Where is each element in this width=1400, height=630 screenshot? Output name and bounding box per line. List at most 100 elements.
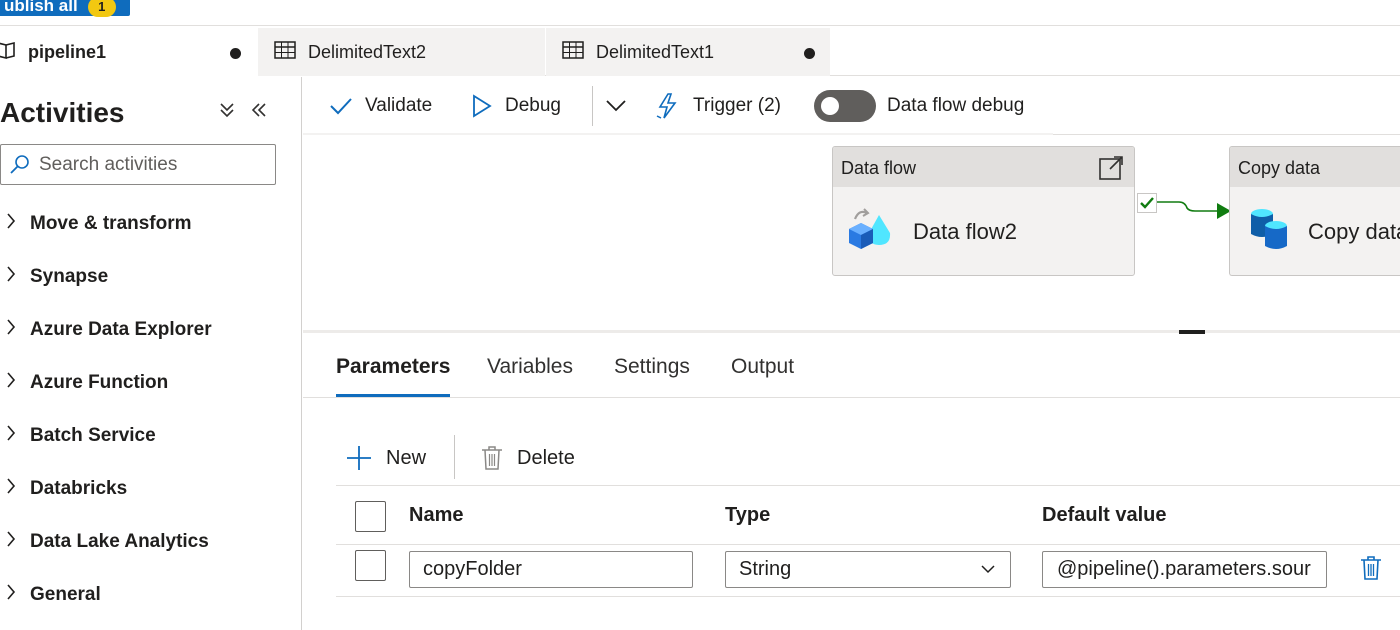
- category-general[interactable]: General: [6, 580, 101, 610]
- column-header-default-value: Default value: [1042, 504, 1167, 526]
- debug-button[interactable]: Debug: [471, 77, 561, 135]
- debug-options-dropdown[interactable]: [605, 77, 639, 135]
- tab-delimitedtext1[interactable]: DelimitedText1: [546, 28, 830, 76]
- chevron-right-icon: [6, 530, 18, 554]
- tab-label: DelimitedText2: [308, 41, 427, 62]
- success-check-icon: [1140, 197, 1154, 209]
- node-type-label: Copy data: [1230, 147, 1400, 187]
- tab-parameters[interactable]: Parameters: [336, 355, 451, 397]
- editor-tab-row: pipeline1 DelimitedText2 DelimitedText1: [0, 28, 1400, 76]
- activity-node-copy-data[interactable]: Copy data Copy data: [1229, 146, 1400, 276]
- parameter-name-input[interactable]: copyFolder: [409, 551, 693, 588]
- row-checkbox[interactable]: [355, 550, 386, 581]
- chevron-right-icon: [6, 371, 18, 395]
- parameters-grid-header: Name Type Default value: [336, 485, 1400, 545]
- pipeline-canvas[interactable]: Data flow Data flow2 Copy data Copy data: [303, 136, 1400, 332]
- publish-all-label: ublish all: [4, 0, 78, 15]
- category-move-transform[interactable]: Move & transform: [6, 209, 192, 239]
- category-databricks[interactable]: Databricks: [6, 474, 127, 504]
- category-label: Move & transform: [30, 213, 192, 234]
- properties-tabs: Parameters Variables Settings Output: [303, 345, 1400, 398]
- chevron-right-icon: [6, 265, 18, 289]
- parameter-type-select[interactable]: String: [725, 551, 1011, 588]
- pipeline-icon: [0, 40, 18, 65]
- tab-settings[interactable]: Settings: [614, 355, 690, 397]
- table-row: copyFolder String @pipeline().parameters…: [336, 545, 1400, 597]
- category-data-lake-analytics[interactable]: Data Lake Analytics: [6, 527, 209, 557]
- chevron-right-icon: [6, 212, 18, 236]
- search-activities-field[interactable]: [0, 144, 276, 185]
- activities-title: Activities: [0, 97, 125, 128]
- lightning-icon: [656, 93, 677, 119]
- publish-count-badge: 1: [87, 0, 116, 17]
- trigger-button[interactable]: Trigger (2): [655, 77, 781, 135]
- delete-row-icon[interactable]: [1360, 555, 1382, 586]
- top-command-bar: ublish all 1: [0, 0, 1400, 26]
- category-label: Databricks: [30, 478, 128, 499]
- node-name: Data flow2: [913, 219, 1017, 244]
- node-body: Copy data: [1230, 187, 1400, 275]
- chevron-down-icon: [606, 100, 626, 112]
- data-flow-debug-toggle[interactable]: [814, 90, 876, 122]
- tab-pipeline1[interactable]: pipeline1: [0, 28, 258, 76]
- tab-delimitedtext2[interactable]: DelimitedText2: [258, 28, 545, 76]
- node-name: Copy data: [1308, 219, 1400, 244]
- table-icon: [562, 40, 584, 64]
- select-all-checkbox[interactable]: [355, 501, 386, 532]
- chevron-right-icon: [6, 424, 18, 448]
- category-label: Azure Function: [30, 372, 169, 393]
- publish-all-button[interactable]: ublish all 1: [0, 0, 130, 17]
- chevron-right-icon: [6, 583, 18, 607]
- trash-icon: [482, 446, 502, 470]
- chevron-right-icon: [6, 477, 18, 501]
- category-azure-data-explorer[interactable]: Azure Data Explorer: [6, 315, 212, 345]
- data-flow-icon: [845, 203, 893, 261]
- toolbar-divider: [592, 86, 593, 126]
- plus-icon: [347, 446, 371, 470]
- column-header-name: Name: [409, 504, 464, 526]
- unsaved-dot-icon: [230, 48, 241, 59]
- success-output-port[interactable]: [1137, 193, 1157, 213]
- tab-label: pipeline1: [28, 41, 107, 62]
- chevron-right-icon: [6, 318, 18, 342]
- splitter-handle[interactable]: [1179, 330, 1205, 334]
- debug-label: Debug: [505, 95, 561, 116]
- column-header-type: Type: [725, 504, 771, 526]
- new-label: New: [386, 446, 427, 469]
- category-azure-function[interactable]: Azure Function: [6, 368, 168, 398]
- open-external-icon[interactable]: [1098, 155, 1124, 186]
- toggle-knob: [821, 97, 839, 115]
- validate-button[interactable]: Validate: [329, 77, 432, 135]
- toolbar-shadow: [303, 133, 1053, 135]
- tab-output[interactable]: Output: [731, 355, 794, 397]
- category-label: General: [30, 584, 101, 605]
- collapse-panel-icon[interactable]: [250, 101, 268, 125]
- node-type-label: Data flow: [833, 147, 1134, 187]
- activities-panel: Activities Move & transform Synapse Azur…: [0, 77, 302, 630]
- pipeline-toolbar: Validate Debug Trigger (2) Data flow deb…: [303, 77, 1400, 135]
- table-icon: [274, 40, 296, 64]
- tab-variables[interactable]: Variables: [487, 355, 573, 397]
- validate-label: Validate: [365, 95, 433, 116]
- category-label: Azure Data Explorer: [30, 319, 212, 340]
- collapse-all-icon[interactable]: [219, 101, 235, 125]
- copy-data-icon: [1248, 206, 1292, 258]
- panel-splitter[interactable]: [303, 330, 1400, 333]
- node-body: Data flow2: [833, 187, 1134, 275]
- unsaved-dot-icon: [804, 48, 815, 59]
- delete-parameter-button[interactable]: Delete: [481, 440, 575, 476]
- search-activities-input[interactable]: [39, 151, 269, 179]
- category-label: Data Lake Analytics: [30, 531, 209, 552]
- category-batch-service[interactable]: Batch Service: [6, 421, 156, 451]
- command-divider: [454, 435, 455, 479]
- parameter-default-value-input[interactable]: @pipeline().parameters.sour: [1042, 551, 1327, 588]
- category-synapse[interactable]: Synapse: [6, 262, 108, 292]
- parameter-type-value: String: [739, 558, 792, 580]
- play-icon: [473, 94, 492, 118]
- category-label: Batch Service: [30, 425, 156, 446]
- activity-node-data-flow[interactable]: Data flow Data flow2: [832, 146, 1135, 276]
- new-parameter-button[interactable]: New: [346, 440, 426, 476]
- checkmark-icon: [330, 98, 352, 115]
- data-flow-debug-label: Data flow debug: [887, 95, 1025, 116]
- success-connector-arrow: [1157, 201, 1231, 219]
